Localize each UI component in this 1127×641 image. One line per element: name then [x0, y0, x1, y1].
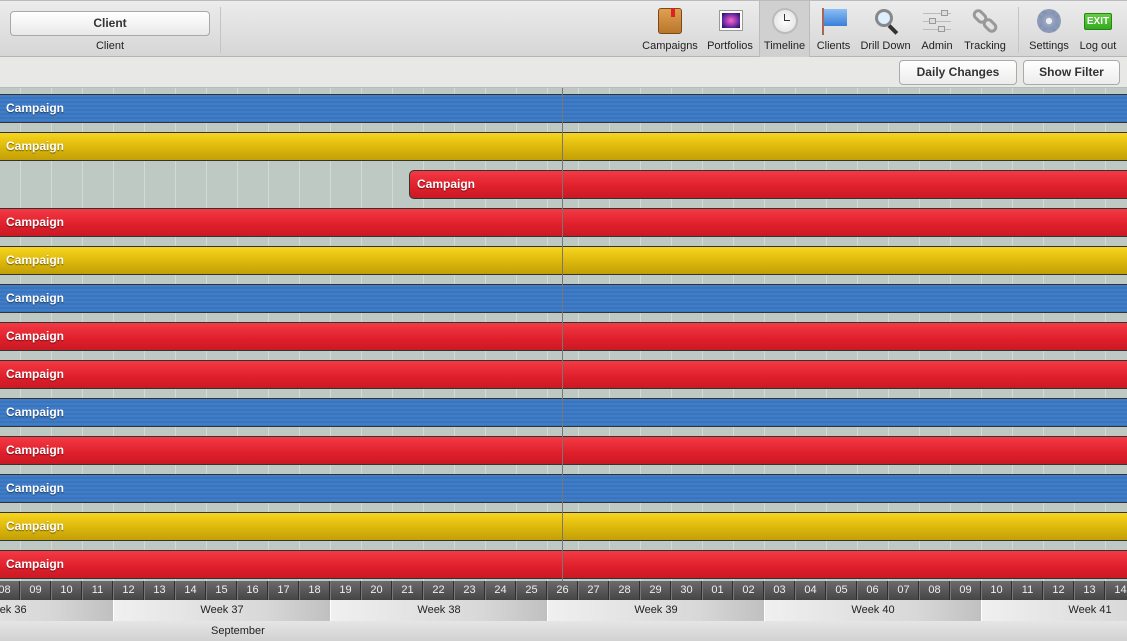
day-label: 30 — [671, 581, 702, 600]
sub-toolbar: Daily Changes Show Filter — [0, 57, 1127, 88]
day-label: 26 — [547, 581, 578, 600]
toolbar-button-drill-down[interactable]: Drill Down — [857, 1, 914, 57]
today-marker — [562, 88, 563, 581]
week-label: Week 40 — [764, 600, 981, 621]
day-scale: 08 09 10 11 12 13 14 15 16 17 18 19 20 21 22 23 24 25 26 27… — [0, 581, 1127, 600]
campaign-bar[interactable]: Campaign — [0, 512, 1127, 541]
flag-icon — [820, 7, 848, 35]
day-label: 03 — [764, 581, 795, 600]
month-scale: September — [0, 621, 1127, 641]
day-label: 01 — [702, 581, 733, 600]
day-label: 10 — [51, 581, 82, 600]
day-label: 12 — [113, 581, 144, 600]
day-label: 22 — [423, 581, 454, 600]
day-label: 13 — [1074, 581, 1105, 600]
day-label: 06 — [857, 581, 888, 600]
gear-icon — [1035, 7, 1063, 35]
day-label: 11 — [1012, 581, 1043, 600]
toolbar: Client Client Campaigns Portfolios Timelin… — [0, 0, 1127, 57]
week-label: Week 39 — [547, 600, 764, 621]
toolbar-button-label: Portfolios — [707, 40, 753, 52]
campaign-bar[interactable]: Campaign — [0, 360, 1127, 389]
week-label: Week 37 — [113, 600, 330, 621]
day-label: 19 — [330, 581, 361, 600]
day-label: 29 — [640, 581, 671, 600]
toolbar-divider — [1018, 7, 1019, 53]
toolbar-button-portfolios[interactable]: Portfolios — [705, 1, 755, 57]
toolbar-button-campaigns[interactable]: Campaigns — [641, 1, 699, 57]
campaign-bar[interactable]: Campaign — [0, 550, 1127, 579]
week-label: Week 38 — [330, 600, 547, 621]
toolbar-button-label: Drill Down — [860, 40, 911, 52]
campaign-bar[interactable]: Campaign — [409, 170, 1127, 199]
show-filter-button[interactable]: Show Filter — [1023, 60, 1120, 85]
campaign-bar[interactable]: Campaign — [0, 94, 1127, 123]
chain-link-icon — [970, 6, 1000, 36]
daily-changes-button[interactable]: Daily Changes — [899, 60, 1017, 85]
day-label: 15 — [206, 581, 237, 600]
campaign-bar[interactable]: Campaign — [0, 208, 1127, 237]
day-label: 23 — [454, 581, 485, 600]
day-label: 12 — [1043, 581, 1074, 600]
campaign-bar[interactable]: Campaign — [0, 132, 1127, 161]
toolbar-button-label: Settings — [1029, 40, 1069, 52]
day-label: 18 — [299, 581, 330, 600]
day-label: 08 — [0, 581, 20, 600]
day-label: 28 — [609, 581, 640, 600]
clock-icon — [771, 7, 799, 35]
toolbar-button-admin[interactable]: Admin — [917, 1, 957, 57]
week-label: Week 41 — [981, 600, 1127, 621]
toolbar-button-label: Tracking — [964, 40, 1006, 52]
day-label: 17 — [268, 581, 299, 600]
sliders-icon — [923, 7, 951, 35]
toolbar-button-label: Admin — [921, 40, 953, 52]
toolbar-divider — [220, 7, 221, 53]
campaigns-box-icon — [656, 7, 684, 35]
day-label: 08 — [919, 581, 950, 600]
day-label: 07 — [888, 581, 919, 600]
timeline-grid: Campaign Campaign Campaign Campaign Campaign… — [0, 88, 1127, 581]
toolbar-button-label: Timeline — [763, 40, 806, 52]
day-label: 16 — [237, 581, 268, 600]
day-label: 24 — [485, 581, 516, 600]
week-label: Week 36 — [0, 600, 113, 621]
toolbar-button-label: Clients — [816, 40, 851, 52]
day-label: 10 — [981, 581, 1012, 600]
day-label: 13 — [144, 581, 175, 600]
day-label: 14 — [175, 581, 206, 600]
day-label: 14 — [1105, 581, 1127, 600]
toolbar-button-timeline[interactable]: Timeline — [759, 1, 810, 57]
toolbar-button-settings[interactable]: Settings — [1026, 1, 1072, 57]
magnifier-icon — [872, 7, 900, 35]
toolbar-button-label: Log out — [1079, 40, 1117, 52]
day-label: 25 — [516, 581, 547, 600]
day-label: 04 — [795, 581, 826, 600]
toolbar-button-tracking[interactable]: Tracking — [960, 1, 1010, 57]
toolbar-button-label: Campaigns — [642, 40, 698, 52]
campaign-bar[interactable]: Campaign — [0, 246, 1127, 275]
client-button[interactable]: Client — [10, 11, 210, 36]
month-label: September — [211, 625, 265, 637]
day-label: 02 — [733, 581, 764, 600]
campaign-bar[interactable]: Campaign — [0, 322, 1127, 351]
exit-icon: EXIT — [1084, 7, 1112, 35]
day-label: 21 — [392, 581, 423, 600]
campaign-bar[interactable]: Campaign — [0, 284, 1127, 313]
toolbar-button-clients[interactable]: Clients — [812, 1, 855, 57]
campaign-bar[interactable]: Campaign — [0, 436, 1127, 465]
client-label: Client — [95, 40, 125, 52]
campaign-bar[interactable]: Campaign — [0, 398, 1127, 427]
day-label: 09 — [20, 581, 51, 600]
exit-badge: EXIT — [1084, 13, 1112, 30]
day-label: 20 — [361, 581, 392, 600]
campaign-bar[interactable]: Campaign — [0, 474, 1127, 503]
day-label: 11 — [82, 581, 113, 600]
week-scale: Week 36Week 37Week 38Week 39Week 40Week … — [0, 600, 1127, 621]
day-label: 05 — [826, 581, 857, 600]
toolbar-button-log-out[interactable]: EXIT Log out — [1075, 1, 1121, 57]
day-label: 09 — [950, 581, 981, 600]
portfolios-icon — [716, 7, 744, 35]
day-label: 27 — [578, 581, 609, 600]
